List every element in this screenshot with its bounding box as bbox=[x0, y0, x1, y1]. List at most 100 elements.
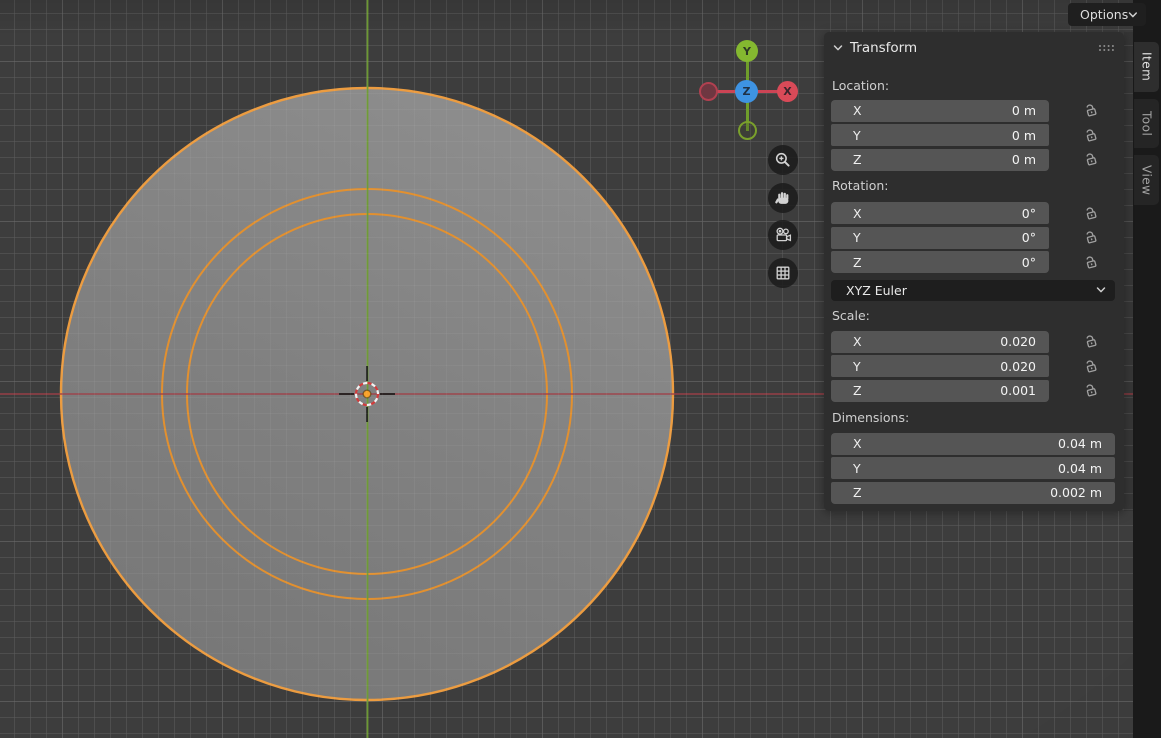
axis-value: 0.04 m bbox=[1058, 436, 1102, 451]
options-label: Options bbox=[1080, 7, 1128, 22]
axis-label: Y bbox=[853, 461, 1058, 476]
location-y-field[interactable]: Y 0 m bbox=[831, 124, 1049, 146]
magnifier-plus-icon bbox=[774, 151, 792, 169]
axis-label: X bbox=[853, 103, 1012, 118]
sidebar-tab-strip: Item Tool View bbox=[1133, 0, 1161, 738]
tab-view[interactable]: View bbox=[1134, 155, 1159, 205]
unlock-icon bbox=[1083, 103, 1098, 118]
object-origin-dot bbox=[363, 390, 371, 398]
dimensions-label: Dimensions: bbox=[832, 409, 1124, 427]
grid-icon bbox=[774, 264, 792, 282]
rotation-fields: X 0° Y 0° Z 0° bbox=[824, 202, 1124, 273]
location-z-field[interactable]: Z 0 m bbox=[831, 149, 1049, 171]
chevron-down-icon bbox=[1128, 11, 1138, 19]
location-fields: X 0 m Y 0 m Z 0 m bbox=[824, 100, 1124, 171]
panel-collapse-chevron-icon[interactable] bbox=[833, 44, 843, 52]
dimensions-fields: X 0.04 m Y 0.04 m Z 0.002 m bbox=[824, 433, 1124, 504]
camera-view-button[interactable] bbox=[768, 220, 798, 250]
pan-button[interactable] bbox=[768, 183, 798, 213]
rotation-x-lock-button[interactable] bbox=[1083, 206, 1098, 221]
scale-y-lock-button[interactable] bbox=[1083, 359, 1098, 374]
unlock-icon bbox=[1083, 383, 1098, 398]
unlock-icon bbox=[1083, 255, 1098, 270]
gizmo-y-positive-ball[interactable]: Y bbox=[736, 40, 758, 62]
axis-value: 0 m bbox=[1012, 128, 1036, 143]
axis-value: 0.020 bbox=[1000, 359, 1036, 374]
axis-label: Z bbox=[853, 152, 1012, 167]
tab-tool[interactable]: Tool bbox=[1134, 99, 1159, 148]
rotation-z-field[interactable]: Z 0° bbox=[831, 251, 1049, 273]
tab-item[interactable]: Item bbox=[1134, 42, 1159, 92]
rotation-mode-value: XYZ Euler bbox=[846, 283, 1096, 298]
location-label: Location: bbox=[832, 77, 1124, 95]
tab-tool-label: Tool bbox=[1140, 111, 1154, 136]
gizmo-y-label: Y bbox=[743, 45, 751, 58]
unlock-icon bbox=[1083, 230, 1098, 245]
location-z-lock-button[interactable] bbox=[1083, 152, 1098, 167]
rotation-x-field[interactable]: X 0° bbox=[831, 202, 1049, 224]
transform-panel-header[interactable]: Transform bbox=[833, 38, 1115, 58]
scale-x-lock-button[interactable] bbox=[1083, 334, 1098, 349]
navigation-gizmo[interactable]: Y X Z bbox=[695, 38, 801, 144]
rotation-label: Rotation: bbox=[832, 177, 1124, 195]
dimensions-x-field[interactable]: X 0.04 m bbox=[831, 433, 1115, 455]
rotation-y-lock-button[interactable] bbox=[1083, 230, 1098, 245]
location-x-lock-button[interactable] bbox=[1083, 103, 1098, 118]
zoom-button[interactable] bbox=[768, 145, 798, 175]
unlock-icon bbox=[1083, 152, 1098, 167]
movie-camera-icon bbox=[774, 226, 793, 244]
location-y-lock-button[interactable] bbox=[1083, 128, 1098, 143]
chevron-down-icon bbox=[1096, 286, 1106, 294]
axis-value: 0 m bbox=[1012, 103, 1036, 118]
axis-label: X bbox=[853, 436, 1058, 451]
grid-toggle-button[interactable] bbox=[768, 258, 798, 288]
scale-fields: X 0.020 Y 0.020 Z 0.001 bbox=[824, 331, 1124, 402]
viewport-controls bbox=[768, 145, 798, 295]
dimensions-y-field[interactable]: Y 0.04 m bbox=[831, 457, 1115, 479]
rotation-y-field[interactable]: Y 0° bbox=[831, 227, 1049, 249]
axis-value: 0° bbox=[1022, 230, 1036, 245]
unlock-icon bbox=[1083, 359, 1098, 374]
gizmo-z-label: Z bbox=[743, 85, 751, 98]
gizmo-y-negative-ball[interactable] bbox=[738, 121, 757, 140]
scale-y-field[interactable]: Y 0.020 bbox=[831, 355, 1049, 377]
rotation-mode-dropdown[interactable]: XYZ Euler bbox=[831, 280, 1115, 301]
axis-label: Z bbox=[853, 383, 1000, 398]
unlock-icon bbox=[1083, 334, 1098, 349]
region-scrollbar-track[interactable] bbox=[1124, 32, 1133, 511]
panel-drag-dots-icon[interactable] bbox=[1098, 44, 1115, 52]
tab-view-label: View bbox=[1140, 165, 1154, 195]
scale-x-field[interactable]: X 0.020 bbox=[831, 331, 1049, 353]
axis-value: 0 m bbox=[1012, 152, 1036, 167]
axis-value: 0.001 bbox=[1000, 383, 1036, 398]
options-button[interactable]: Options bbox=[1068, 3, 1146, 26]
axis-label: Y bbox=[853, 230, 1022, 245]
blender-window: Y X Z bbox=[0, 0, 1161, 738]
axis-label: X bbox=[853, 334, 1000, 349]
axis-value: 0.020 bbox=[1000, 334, 1036, 349]
hand-icon bbox=[774, 189, 792, 207]
rotation-z-lock-button[interactable] bbox=[1083, 255, 1098, 270]
scale-z-lock-button[interactable] bbox=[1083, 383, 1098, 398]
panel-title: Transform bbox=[850, 40, 1098, 56]
unlock-icon bbox=[1083, 206, 1098, 221]
gizmo-x-positive-ball[interactable]: X bbox=[777, 81, 798, 102]
axis-label: X bbox=[853, 206, 1022, 221]
axis-label: Z bbox=[853, 485, 1050, 500]
axis-value: 0° bbox=[1022, 255, 1036, 270]
axis-value: 0.002 m bbox=[1050, 485, 1102, 500]
dimensions-z-field[interactable]: Z 0.002 m bbox=[831, 482, 1115, 504]
gizmo-x-negative-ball[interactable] bbox=[699, 82, 718, 101]
axis-label: Y bbox=[853, 128, 1012, 143]
scale-label: Scale: bbox=[832, 307, 1124, 325]
axis-value: 0° bbox=[1022, 206, 1036, 221]
unlock-icon bbox=[1083, 128, 1098, 143]
gizmo-x-label: X bbox=[783, 85, 791, 98]
tab-item-label: Item bbox=[1140, 52, 1154, 81]
location-x-field[interactable]: X 0 m bbox=[831, 100, 1049, 122]
axis-label: Y bbox=[853, 359, 1000, 374]
gizmo-z-positive-ball[interactable]: Z bbox=[735, 80, 758, 103]
scale-z-field[interactable]: Z 0.001 bbox=[831, 380, 1049, 402]
axis-value: 0.04 m bbox=[1058, 461, 1102, 476]
axis-label: Z bbox=[853, 255, 1022, 270]
